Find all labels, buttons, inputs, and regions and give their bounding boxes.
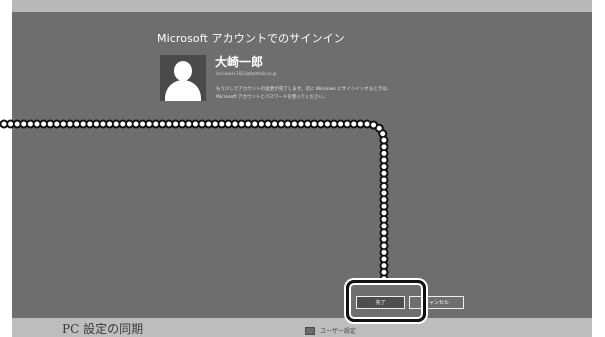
avatar-head	[174, 61, 192, 81]
signin-message: もう少しでアカウントの変更が完了します。次に Windows にサインインすると…	[216, 86, 391, 102]
user-name: 大崎一郎	[215, 55, 264, 69]
settings-item-label: ユーザー設定	[320, 328, 356, 335]
background-top-strip	[12, 0, 592, 12]
user-silhouette-icon	[160, 55, 206, 101]
user-email: ichi-osaki-1923@hotmail.co.jp	[216, 71, 277, 76]
dialog-title: Microsoft アカウントでのサインイン	[157, 32, 345, 45]
signin-message-line-2: Microsoft アカウントとパスワードを使ってください。	[216, 95, 328, 100]
avatar-body	[165, 80, 201, 101]
screenshot: Microsoft アカウントでのサインイン 大崎一郎 ichi-osaki-1…	[0, 0, 605, 337]
signin-message-line-1: もう少しでアカウントの変更が完了します。次に Windows にサインインすると…	[216, 87, 392, 92]
settings-item-icon	[305, 327, 315, 335]
finish-button-highlight	[346, 280, 426, 322]
signin-dialog	[12, 12, 592, 318]
sync-settings-title: PC 設定の同期	[62, 322, 144, 336]
